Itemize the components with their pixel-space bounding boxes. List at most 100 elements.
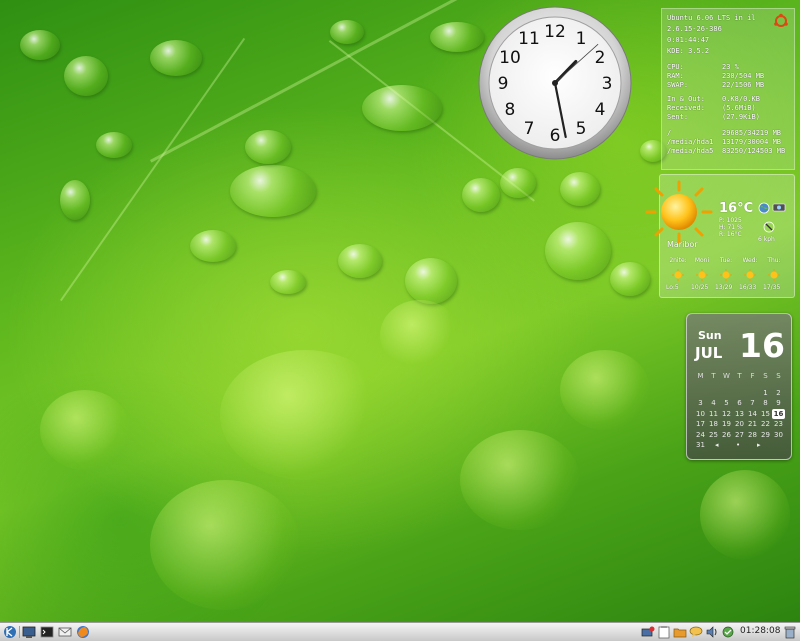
calendar-date[interactable]: 12 bbox=[720, 409, 733, 419]
sysmon-cpu-value: 23 % bbox=[722, 63, 739, 71]
water-drop bbox=[560, 172, 600, 206]
clock-number: 7 bbox=[524, 119, 535, 139]
forecast-day: 2nite: bbox=[669, 257, 687, 264]
globe-icon[interactable] bbox=[758, 202, 770, 214]
radar-icon[interactable] bbox=[772, 202, 786, 212]
update-icon[interactable] bbox=[721, 625, 735, 639]
calendar-date[interactable]: 8 bbox=[759, 398, 772, 408]
clock-number: 5 bbox=[576, 119, 587, 139]
calendar-date[interactable]: 11 bbox=[707, 409, 720, 419]
sysmon-disk-root-value: 29685/34219 MB bbox=[722, 129, 782, 137]
calendar-prev-button[interactable]: ◂ bbox=[715, 441, 719, 449]
calendar-widget[interactable]: Sun JUL 16 M T W T F S S 1 2 3 4 5 6 7 8 9 10 11 12 13 14 15 1… bbox=[686, 313, 792, 460]
forecast-sun-icon bbox=[720, 269, 732, 281]
calendar-date[interactable]: 21 bbox=[746, 419, 759, 429]
calendar-date[interactable]: 28 bbox=[746, 430, 759, 440]
calendar-date[interactable]: 1 bbox=[759, 388, 772, 398]
trash-icon[interactable] bbox=[783, 625, 797, 639]
water-drop bbox=[462, 178, 500, 212]
firefox-icon[interactable] bbox=[76, 625, 90, 639]
clock-number: 11 bbox=[518, 29, 540, 49]
weather-temperature: 16°C bbox=[719, 201, 754, 216]
sun-icon bbox=[645, 180, 713, 244]
calendar-date[interactable]: 15 bbox=[759, 409, 772, 419]
calendar-weekday-header: S bbox=[763, 372, 768, 380]
taskbar: 01:28:08 bbox=[0, 622, 800, 641]
calendar-next-button[interactable]: ▸ bbox=[757, 441, 761, 449]
desktop-icon[interactable] bbox=[22, 625, 36, 639]
clock-number: 6 bbox=[550, 126, 561, 146]
sysmon-received-value: (5.6MiB) bbox=[722, 104, 756, 112]
sysmon-sent-label: Sent: bbox=[667, 113, 689, 121]
calendar-weekday-header: F bbox=[750, 372, 755, 380]
terminal-icon[interactable] bbox=[40, 625, 54, 639]
blurred-drop bbox=[460, 430, 580, 530]
sysmon-uptime: 0:01:44:47 bbox=[667, 36, 710, 44]
clipboard-icon[interactable] bbox=[657, 625, 671, 639]
sysmon-ram-value: 230/504 MB bbox=[722, 72, 765, 80]
water-drop bbox=[20, 30, 60, 60]
analog-clock-widget[interactable]: 12 12 3 45678 9 1011 bbox=[478, 6, 632, 160]
folder-icon[interactable] bbox=[673, 625, 687, 639]
calendar-date[interactable]: 4 bbox=[707, 398, 720, 408]
sysmon-os: Ubuntu 6.06 LTS in il bbox=[667, 14, 756, 22]
water-drop bbox=[64, 56, 108, 96]
calendar-date[interactable]: 16 bbox=[772, 408, 785, 419]
calendar-date[interactable]: 22 bbox=[759, 419, 772, 429]
calendar-date[interactable]: 17 bbox=[694, 419, 707, 429]
network-icon[interactable] bbox=[641, 625, 655, 639]
calendar-date[interactable]: 29 bbox=[759, 430, 772, 440]
calendar-date[interactable]: 2 bbox=[772, 388, 785, 398]
clock-number: 12 bbox=[544, 22, 566, 42]
calendar-date[interactable]: 27 bbox=[733, 430, 746, 440]
blurred-drop bbox=[40, 390, 130, 470]
calendar-date[interactable]: 7 bbox=[746, 398, 759, 408]
sysmon-net-label: In & Out: bbox=[667, 95, 705, 103]
calendar-date[interactable]: 26 bbox=[720, 430, 733, 440]
blurred-drop bbox=[700, 470, 790, 560]
calendar-today-button[interactable]: • bbox=[736, 441, 740, 449]
water-drop bbox=[338, 244, 382, 278]
forecast-day: Moni bbox=[694, 257, 710, 264]
taskbar-separator bbox=[19, 626, 20, 638]
calendar-date[interactable]: 25 bbox=[707, 430, 720, 440]
calendar-date[interactable]: 30 bbox=[772, 430, 785, 440]
calendar-date[interactable]: 13 bbox=[733, 409, 746, 419]
water-drop bbox=[60, 180, 90, 220]
clock-number: 8 bbox=[505, 100, 516, 120]
wind-direction-icon bbox=[763, 221, 775, 233]
forecast-temp: Lo:5 bbox=[666, 284, 679, 291]
calendar-date[interactable]: 14 bbox=[746, 409, 759, 419]
sysmon-swap-value: 22/1506 MB bbox=[722, 81, 765, 89]
mail-icon[interactable] bbox=[58, 625, 72, 639]
volume-icon[interactable] bbox=[705, 625, 719, 639]
calendar-date[interactable]: 5 bbox=[720, 398, 733, 408]
clock-number: 1 bbox=[576, 29, 587, 49]
calendar-date[interactable]: 10 bbox=[694, 409, 707, 419]
calendar-date[interactable]: 6 bbox=[733, 398, 746, 408]
sysmon-sent-value: (27.9KiB) bbox=[722, 113, 760, 121]
calendar-date[interactable]: 24 bbox=[694, 430, 707, 440]
chat-icon[interactable] bbox=[689, 625, 703, 639]
calendar-date[interactable]: 23 bbox=[772, 419, 785, 429]
calendar-weekday-header: S bbox=[776, 372, 781, 380]
calendar-date[interactable]: 19 bbox=[720, 419, 733, 429]
water-drop bbox=[330, 20, 364, 44]
blurred-drop bbox=[150, 480, 300, 610]
sysmon-cpu-label: CPU: bbox=[667, 63, 684, 71]
taskbar-clock[interactable]: 01:28:08 bbox=[740, 626, 780, 636]
calendar-date[interactable]: 18 bbox=[707, 419, 720, 429]
weather-widget[interactable]: 16°C P: 1025 H: 71 % R: 16°C 6 kph Marib… bbox=[645, 174, 795, 298]
calendar-date[interactable]: 3 bbox=[694, 398, 707, 408]
calendar-date[interactable]: 20 bbox=[733, 419, 746, 429]
water-drop bbox=[150, 40, 202, 76]
weather-wind: 6 kph bbox=[758, 236, 775, 243]
weather-realfeel: R: 16°C bbox=[719, 231, 742, 238]
ubuntu-logo-icon bbox=[774, 13, 788, 27]
water-drop bbox=[190, 230, 236, 262]
kde-menu-icon[interactable] bbox=[3, 625, 17, 639]
calendar-date[interactable]: 9 bbox=[772, 398, 785, 408]
forecast-sun-icon bbox=[696, 269, 708, 281]
calendar-date[interactable]: 31 bbox=[694, 440, 707, 450]
sysmon-kde: KDE: 3.5.2 bbox=[667, 47, 710, 55]
